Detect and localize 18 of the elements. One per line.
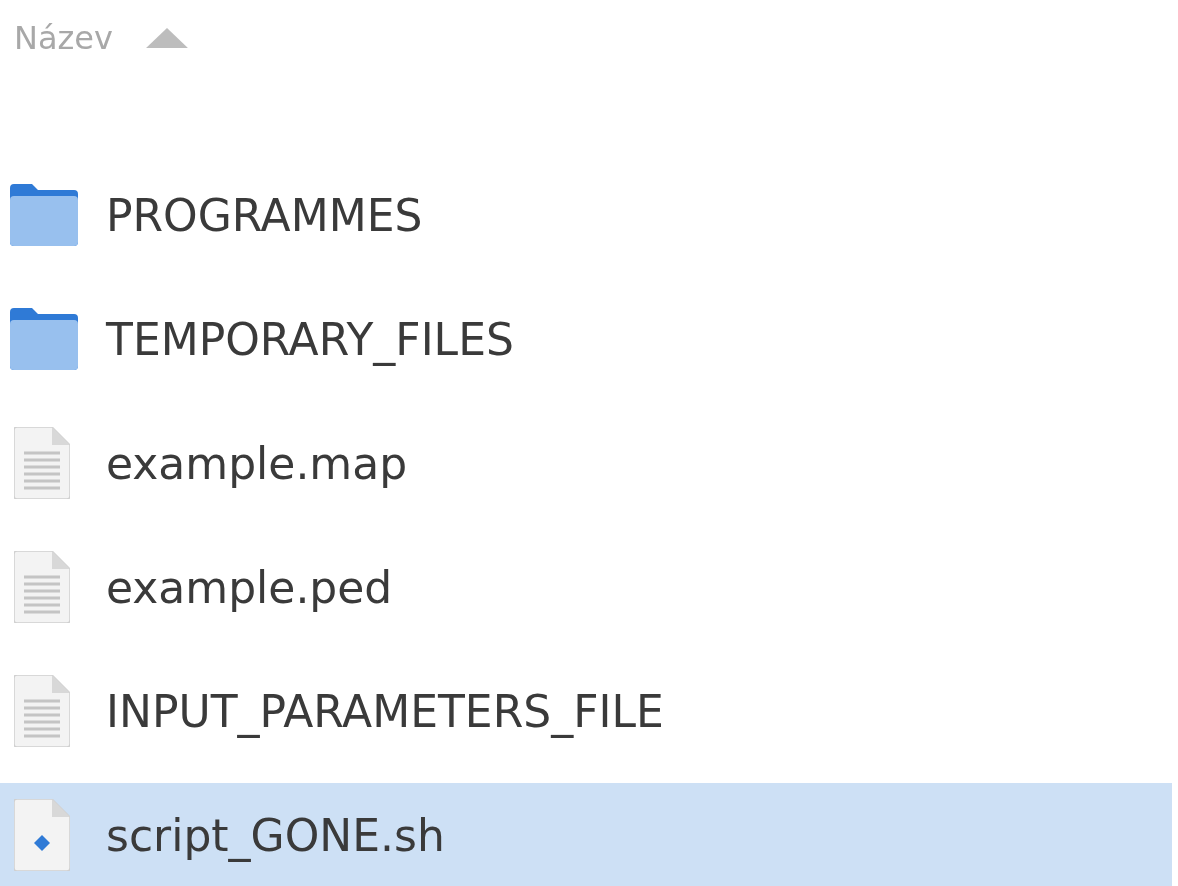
file-name: example.ped [106, 561, 393, 613]
file-row[interactable]: script_GONE.sh [0, 783, 1172, 886]
file-name: TEMPORARY_FILES [106, 313, 514, 365]
file-name: script_GONE.sh [106, 809, 445, 861]
file-row[interactable]: example.map [0, 411, 1172, 515]
file-row[interactable]: INPUT_PARAMETERS_FILE [0, 659, 1172, 763]
file-row[interactable]: example.ped [0, 535, 1172, 639]
file-name: example.map [106, 437, 408, 489]
text-file-icon [14, 427, 70, 499]
folder-icon [10, 308, 78, 370]
folder-icon [10, 184, 78, 246]
text-file-icon [14, 551, 70, 623]
text-file-icon [14, 675, 70, 747]
file-row[interactable]: PROGRAMMES [0, 163, 1172, 267]
file-row[interactable]: TEMPORARY_FILES [0, 287, 1172, 391]
script-file-icon [14, 799, 70, 871]
file-name: PROGRAMMES [106, 189, 423, 241]
file-name: INPUT_PARAMETERS_FILE [106, 685, 664, 737]
